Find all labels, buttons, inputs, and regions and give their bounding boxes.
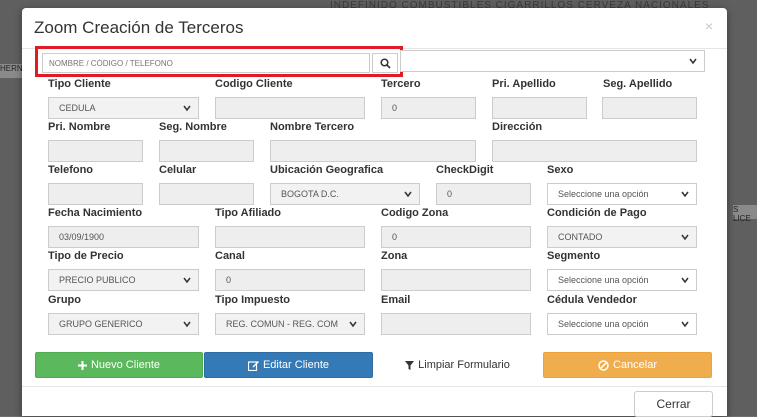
tercero-field[interactable]: 0 bbox=[381, 97, 476, 119]
segmento-value: Seleccione una opción bbox=[558, 275, 649, 285]
codigo-zona-field[interactable]: 0 bbox=[381, 226, 531, 248]
seg-nombre-label: Seg. Nombre bbox=[159, 121, 227, 133]
segmento-select[interactable]: Seleccione una opción bbox=[547, 269, 697, 291]
seg-apellido-label: Seg. Apellido bbox=[603, 78, 673, 90]
nuevo-cliente-button[interactable]: Nuevo Cliente bbox=[35, 352, 203, 378]
cerrar-button[interactable]: Cerrar bbox=[634, 391, 713, 417]
background-right-text: S LICE bbox=[733, 205, 757, 223]
tipo-precio-value: PRECIO PUBLICO bbox=[59, 275, 136, 285]
zona-field[interactable] bbox=[381, 269, 531, 291]
cancelar-button[interactable]: Cancelar bbox=[543, 352, 712, 378]
telefono-label: Telefono bbox=[48, 164, 94, 176]
editar-cliente-button[interactable]: Editar Cliente bbox=[204, 352, 373, 378]
plus-icon bbox=[77, 360, 87, 370]
zona-label: Zona bbox=[381, 250, 408, 262]
grupo-value: GRUPO GENERICO bbox=[59, 319, 143, 329]
checkdigit-label: CheckDigit bbox=[436, 164, 494, 176]
limpiar-formulario-button[interactable]: Limpiar Formulario bbox=[374, 352, 541, 378]
tipo-impuesto-value: REG. COMUN - REG. COM bbox=[226, 319, 338, 329]
chevron-down-icon bbox=[681, 191, 689, 198]
chevron-down-icon bbox=[349, 321, 357, 328]
email-label: Email bbox=[381, 294, 411, 306]
condicion-pago-select[interactable]: CONTADO bbox=[547, 226, 697, 248]
pri-apellido-field[interactable] bbox=[492, 97, 587, 119]
tipo-impuesto-label: Tipo Impuesto bbox=[215, 294, 290, 306]
seg-nombre-field[interactable] bbox=[159, 140, 254, 162]
chevron-down-icon bbox=[404, 191, 412, 198]
canal-field[interactable]: 0 bbox=[215, 269, 365, 291]
codigo-cliente-field[interactable] bbox=[215, 97, 365, 119]
limpiar-formulario-label: Limpiar Formulario bbox=[418, 359, 510, 371]
ubicacion-select[interactable]: BOGOTA D.C. bbox=[270, 183, 420, 205]
background-nav-text: INDEFINIDO COMBUSTIBLES CIGARRILLOS CERV… bbox=[330, 0, 710, 8]
ban-icon bbox=[598, 359, 609, 371]
chevron-down-icon bbox=[681, 277, 689, 284]
fecha-nacimiento-field[interactable]: 03/09/1900 bbox=[48, 226, 199, 248]
condicion-pago-label: Condición de Pago bbox=[547, 207, 647, 219]
tercero-label: Tercero bbox=[381, 78, 421, 90]
chevron-down-icon bbox=[689, 58, 697, 65]
chevron-down-icon bbox=[183, 105, 191, 112]
canal-label: Canal bbox=[215, 250, 245, 262]
cedula-vendedor-select[interactable]: Seleccione una opción bbox=[547, 313, 697, 335]
chevron-down-icon bbox=[681, 234, 689, 241]
search-highlight-box bbox=[35, 46, 403, 77]
search-button[interactable] bbox=[372, 53, 398, 73]
checkdigit-field[interactable]: 0 bbox=[436, 183, 531, 205]
tipo-cliente-value: CEDULA bbox=[59, 103, 96, 113]
tipo-afiliado-label: Tipo Afiliado bbox=[215, 207, 281, 219]
sexo-value: Seleccione una opción bbox=[558, 189, 649, 199]
cedula-vendedor-value: Seleccione una opción bbox=[558, 319, 649, 329]
grupo-label: Grupo bbox=[48, 294, 81, 306]
sexo-label: Sexo bbox=[547, 164, 574, 176]
search-results-select[interactable] bbox=[400, 50, 705, 72]
tipo-impuesto-select[interactable]: REG. COMUN - REG. COM bbox=[215, 313, 365, 335]
chevron-down-icon bbox=[681, 321, 689, 328]
filter-icon bbox=[405, 360, 415, 370]
pri-nombre-field[interactable] bbox=[48, 140, 143, 162]
pri-nombre-label: Pri. Nombre bbox=[48, 121, 111, 133]
tipo-cliente-label: Tipo Cliente bbox=[48, 78, 111, 90]
ubicacion-label: Ubicación Geografica bbox=[270, 164, 384, 176]
nombre-tercero-field[interactable] bbox=[270, 140, 476, 162]
cancelar-label: Cancelar bbox=[612, 359, 658, 371]
pri-apellido-label: Pri. Apellido bbox=[492, 78, 556, 90]
celular-label: Celular bbox=[159, 164, 197, 176]
nombre-tercero-label: Nombre Tercero bbox=[270, 121, 355, 133]
edit-icon bbox=[247, 360, 259, 371]
seg-apellido-field[interactable] bbox=[602, 97, 697, 119]
codigo-zona-label: Codigo Zona bbox=[381, 207, 449, 219]
email-field[interactable] bbox=[381, 313, 531, 335]
ubicacion-value: BOGOTA D.C. bbox=[281, 189, 339, 199]
chevron-down-icon bbox=[183, 321, 191, 328]
telefono-field[interactable] bbox=[48, 183, 143, 205]
direccion-label: Dirección bbox=[492, 121, 543, 133]
fecha-nacimiento-label: Fecha Nacimiento bbox=[48, 207, 143, 219]
tipo-precio-label: Tipo de Precio bbox=[48, 250, 124, 262]
tipo-cliente-select[interactable]: CEDULA bbox=[48, 97, 199, 119]
editar-cliente-label: Editar Cliente bbox=[262, 359, 330, 371]
close-icon[interactable]: × bbox=[705, 18, 713, 34]
tipo-precio-select[interactable]: PRECIO PUBLICO bbox=[48, 269, 199, 291]
tipo-afiliado-field[interactable] bbox=[215, 226, 365, 248]
background-left-text: HERN bbox=[0, 64, 24, 78]
terceros-modal: Zoom Creación de Terceros × Tipo Cliente… bbox=[22, 8, 727, 417]
footer-divider bbox=[22, 386, 727, 387]
chevron-down-icon bbox=[183, 277, 191, 284]
condicion-pago-value: CONTADO bbox=[558, 232, 603, 242]
sexo-select[interactable]: Seleccione una opción bbox=[547, 183, 697, 205]
nuevo-cliente-label: Nuevo Cliente bbox=[90, 359, 161, 371]
celular-field[interactable] bbox=[159, 183, 254, 205]
direccion-field[interactable] bbox=[492, 140, 697, 162]
search-icon bbox=[379, 57, 391, 69]
segmento-label: Segmento bbox=[547, 250, 601, 262]
cedula-vendedor-label: Cédula Vendedor bbox=[547, 294, 637, 306]
search-input[interactable] bbox=[42, 53, 370, 73]
modal-title: Zoom Creación de Terceros bbox=[34, 18, 244, 37]
codigo-cliente-label: Codigo Cliente bbox=[215, 78, 293, 90]
grupo-select[interactable]: GRUPO GENERICO bbox=[48, 313, 199, 335]
